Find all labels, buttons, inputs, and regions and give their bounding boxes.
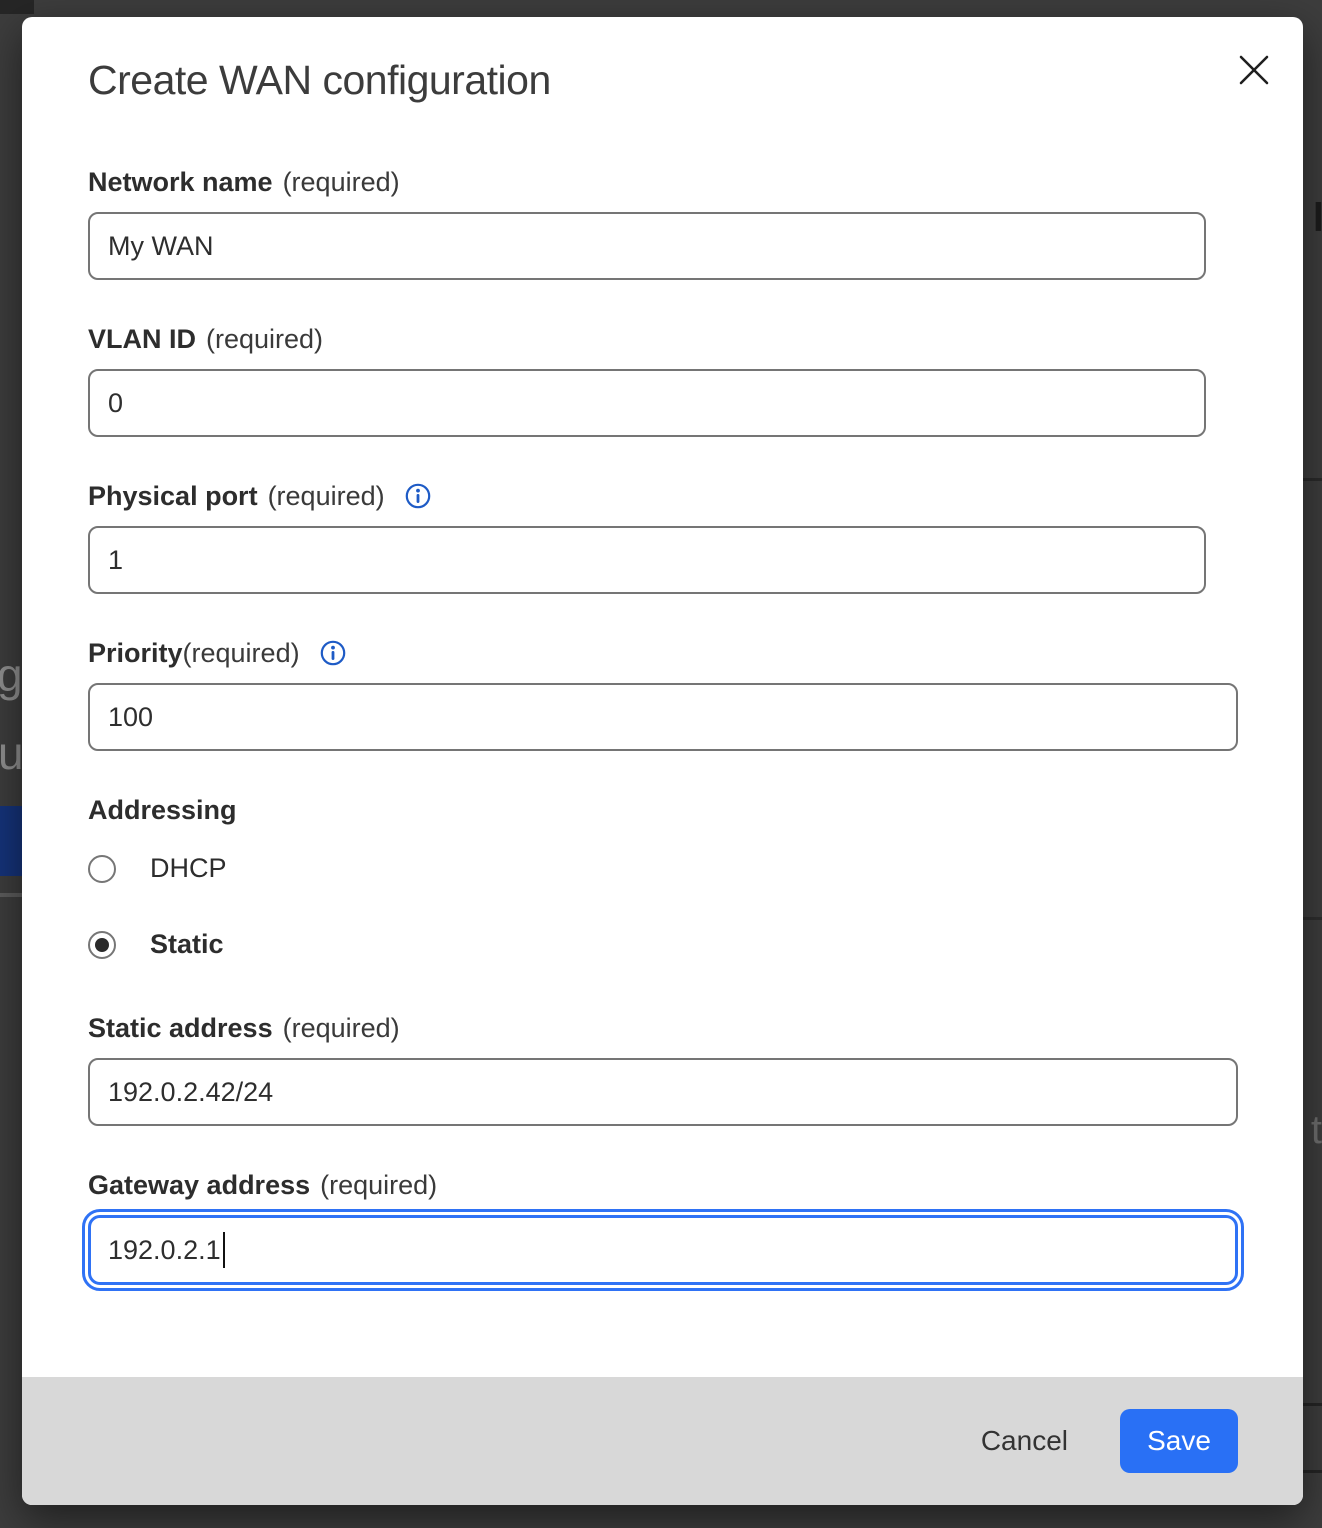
- physical-port-input[interactable]: [88, 526, 1206, 594]
- required-note: (required): [283, 1012, 400, 1044]
- field-label-text: Physical port: [88, 480, 258, 512]
- close-button[interactable]: [1233, 49, 1275, 91]
- network-name-label: Network name (required): [88, 166, 1237, 198]
- save-button[interactable]: Save: [1120, 1409, 1238, 1473]
- radio-label: DHCP: [150, 853, 227, 884]
- gateway-address-input[interactable]: 192.0.2.1: [88, 1215, 1238, 1285]
- static-address-input[interactable]: [88, 1058, 1238, 1126]
- create-wan-configuration-dialog: Create WAN configuration Network name (r…: [22, 17, 1303, 1505]
- text-cursor: [223, 1232, 225, 1268]
- required-note: (required): [283, 166, 400, 198]
- background-text-fragment: t: [1311, 1108, 1322, 1153]
- background-fragment: [1303, 1403, 1322, 1406]
- field-label-text: Static address: [88, 1012, 273, 1044]
- cancel-button[interactable]: Cancel: [981, 1425, 1068, 1457]
- gateway-address-label: Gateway address (required): [88, 1169, 1237, 1201]
- radio-button-icon[interactable]: [88, 855, 116, 883]
- background-fragment: [0, 893, 22, 897]
- field-label-text: Network name: [88, 166, 273, 198]
- gateway-address-value: 192.0.2.1: [108, 1235, 221, 1266]
- field-label-text: VLAN ID: [88, 323, 196, 355]
- physical-port-label: Physical port (required): [88, 480, 1237, 512]
- vlan-id-label: VLAN ID (required): [88, 323, 1237, 355]
- radio-button-icon-selected[interactable]: [88, 931, 116, 959]
- background-fragment: [1303, 1470, 1322, 1473]
- priority-label: Priority (required): [88, 637, 1237, 669]
- priority-input[interactable]: [88, 683, 1238, 751]
- info-icon[interactable]: [405, 483, 431, 509]
- addressing-option-dhcp[interactable]: DHCP: [88, 853, 1237, 884]
- dialog-title: Create WAN configuration: [88, 57, 1237, 104]
- close-icon: [1237, 53, 1271, 87]
- required-note: (required): [183, 637, 300, 669]
- addressing-option-static[interactable]: Static: [88, 929, 1237, 960]
- static-address-label: Static address (required): [88, 1012, 1237, 1044]
- required-note: (required): [320, 1169, 437, 1201]
- background-fragment: [1303, 917, 1322, 920]
- required-note: (required): [268, 480, 385, 512]
- field-label-text: Gateway address: [88, 1169, 310, 1201]
- addressing-heading: Addressing: [88, 794, 1237, 826]
- background-fragment: [0, 0, 34, 14]
- dialog-footer: Cancel Save: [22, 1377, 1303, 1505]
- info-icon[interactable]: [320, 640, 346, 666]
- background-text-fragment: g: [0, 648, 23, 702]
- field-label-text: Priority: [88, 637, 183, 669]
- background-text-fragment: u: [0, 726, 24, 780]
- network-name-input[interactable]: [88, 212, 1206, 280]
- required-note: (required): [206, 323, 323, 355]
- radio-label: Static: [150, 929, 224, 960]
- vlan-id-input[interactable]: [88, 369, 1206, 437]
- background-fragment: [1303, 478, 1322, 481]
